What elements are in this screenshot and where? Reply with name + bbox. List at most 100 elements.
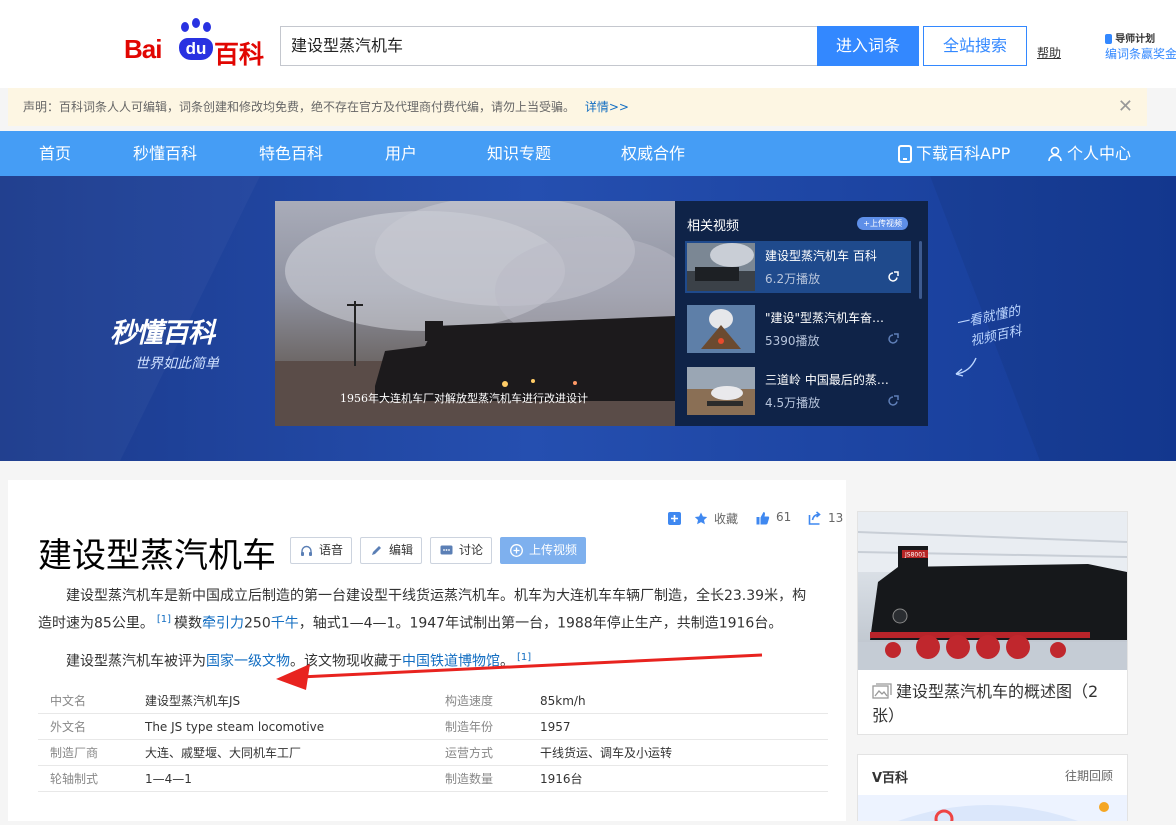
summary-picture-card[interactable]: JS8001 建设型蒸汽机车的概述图（2张） — [857, 511, 1128, 735]
summary-text: 建设型蒸汽机车被评为 — [66, 653, 206, 670]
info-value: 大连、戚墅堰、大同机车工厂 — [145, 746, 302, 760]
phone-icon — [898, 144, 912, 163]
related-videos-panel: 相关视频 +上传视频 建设型蒸汽机车 百科 6.2万播放 "建设"型蒸汽机车奋…… — [675, 201, 928, 426]
railway-museum-link[interactable]: 中国铁道博物馆 — [402, 654, 500, 670]
related-videos-title: 相关视频 — [687, 219, 740, 234]
site-search-button[interactable]: 全站搜索 — [923, 26, 1027, 66]
info-key: 构造速度 — [445, 694, 494, 708]
related-video-item[interactable]: 三道岭 中国最后的蒸… 4.5万播放 — [685, 365, 911, 417]
picture-caption-text: 建设型蒸汽机车的概述图（2张） — [872, 682, 1099, 725]
mentor-reward-link[interactable]: 编词条赢奖金 — [1105, 45, 1176, 62]
edit-label: 编辑 — [389, 543, 414, 557]
info-value: The JS type steam locomotive — [145, 720, 325, 734]
video-play-count: 5390播放 — [765, 334, 820, 348]
summary-text: 250 — [244, 615, 271, 632]
download-app-link[interactable]: 下载百科APP — [898, 131, 1010, 176]
locomotive-illustration: JS8001 — [858, 512, 1127, 670]
v-baike-preview[interactable] — [858, 795, 1127, 825]
kilonewton-link[interactable]: 千牛 — [271, 616, 299, 632]
v-baike-card: V百科 往期回顾 — [857, 754, 1128, 825]
info-value: 1916台 — [540, 772, 583, 786]
video-title: 三道岭 中国最后的蒸… — [765, 373, 889, 387]
upload-video-badge[interactable]: +上传视频 — [857, 217, 908, 230]
info-value: 85km/h — [540, 694, 586, 708]
image-gallery-icon — [872, 683, 892, 699]
summary-text: 模数 — [174, 615, 202, 632]
info-key: 中文名 — [50, 694, 87, 708]
related-video-item[interactable]: 建设型蒸汽机车 百科 6.2万播放 — [685, 241, 911, 293]
traction-link[interactable]: 牵引力 — [202, 616, 244, 632]
share-count: 13 — [828, 511, 844, 525]
locomotive-number-plate: JS8001 — [904, 552, 926, 559]
nav-item-topics[interactable]: 知识专题 — [487, 131, 551, 176]
info-row: 轮轴制式 1—4—1 制造数量 1916台 — [38, 766, 828, 792]
discuss-label: 讨论 — [459, 543, 484, 557]
plus-circle-icon — [510, 544, 523, 557]
chat-icon — [440, 545, 453, 555]
related-video-item[interactable]: "建设"型蒸汽机车奋… 5390播放 — [685, 303, 911, 355]
logo-baike-text: 百科 — [214, 40, 265, 69]
nav-item-home[interactable]: 首页 — [39, 131, 71, 176]
upload-video-button[interactable]: 上传视频 — [500, 537, 587, 564]
personal-center-label: 个人中心 — [1067, 144, 1132, 163]
personal-center-link[interactable]: 个人中心 — [1047, 131, 1131, 176]
thumbs-up-icon[interactable] — [756, 511, 770, 525]
enter-entry-button[interactable]: 进入词条 — [817, 26, 919, 66]
share-icon[interactable] — [887, 395, 899, 407]
nav-item-cooperation[interactable]: 权威合作 — [621, 131, 685, 176]
summary-text: ，轴式1—4—1。1947年试制出第一台，1988年停止生产，共制造1916台。 — [298, 615, 783, 632]
search-input[interactable]: 建设型蒸汽机车 — [280, 26, 817, 66]
share-icon[interactable] — [887, 333, 899, 345]
edit-button[interactable]: 编辑 — [360, 537, 423, 564]
video-thumbnail — [687, 243, 755, 291]
reference-link[interactable]: [1] — [157, 614, 171, 625]
info-value: 1—4—1 — [145, 772, 192, 786]
scrollbar[interactable] — [919, 241, 922, 299]
close-icon[interactable]: ✕ — [1118, 88, 1133, 126]
share-icon[interactable] — [808, 511, 822, 525]
nav-item-users[interactable]: 用户 — [385, 131, 417, 176]
locomotive-photo[interactable]: JS8001 — [858, 512, 1127, 670]
v-baike-title: V百科 — [872, 771, 909, 786]
nav-item-featured[interactable]: 特色百科 — [259, 131, 323, 176]
notice-details-link[interactable]: 详情>> — [585, 100, 629, 114]
info-row: 外文名 The JS type steam locomotive 制造年份 19… — [38, 714, 828, 740]
star-icon[interactable] — [694, 512, 708, 525]
share-icon[interactable] — [887, 271, 899, 283]
past-review-link[interactable]: 往期回顾 — [1065, 767, 1113, 784]
picture-caption[interactable]: 建设型蒸汽机车的概述图（2张） — [872, 680, 1117, 728]
reference-link[interactable]: [1] — [517, 652, 531, 663]
video-player[interactable]: 1956年大连机车厂对解放型蒸汽机车进行改进设计 — [275, 201, 675, 426]
info-value: 建设型蒸汽机车JS — [145, 694, 241, 708]
summary-text: 。该文物现收藏于 — [290, 653, 402, 670]
video-title: 建设型蒸汽机车 百科 — [765, 249, 877, 263]
like-count: 61 — [776, 510, 792, 524]
help-link[interactable]: 帮助 — [1037, 44, 1061, 61]
summary-text: 。 — [500, 653, 514, 670]
video-play-count: 6.2万播放 — [765, 272, 821, 286]
discuss-button[interactable]: 讨论 — [430, 537, 493, 564]
curved-arrow-icon — [955, 357, 977, 377]
add-icon[interactable] — [668, 512, 681, 525]
info-row: 中文名 建设型蒸汽机车JS 构造速度 85km/h — [38, 688, 828, 714]
header: Bai du 百科 建设型蒸汽机车 进入词条 全站搜索 帮助 导师计划 编词条赢… — [0, 0, 1176, 88]
nav-item-miaodong[interactable]: 秒懂百科 — [133, 131, 197, 176]
mentor-icon — [1105, 34, 1112, 44]
info-key: 制造年份 — [445, 720, 494, 734]
video-play-count: 4.5万播放 — [765, 396, 821, 410]
voice-label: 语音 — [319, 543, 344, 557]
video-thumbnail — [687, 305, 755, 353]
baidu-baike-logo[interactable]: Bai du 百科 — [124, 18, 264, 69]
main-nav: 首页 秒懂百科 特色百科 用户 知识专题 权威合作 下载百科APP 个人中心 — [0, 131, 1176, 176]
video-title: "建设"型蒸汽机车奋… — [765, 311, 885, 325]
national-relic-link[interactable]: 国家一级文物 — [206, 654, 290, 670]
favorite-button[interactable]: 收藏 — [714, 510, 738, 527]
notice-text: 声明：百科词条人人可编辑，词条创建和修改均免费，绝不存在官方及代理商付费代编，请… — [23, 100, 576, 114]
banner-slogan: 世界如此简单 — [135, 356, 219, 372]
voice-button[interactable]: 语音 — [290, 537, 353, 564]
info-row: 制造厂商 大连、戚墅堰、大同机车工厂 运营方式 干线货运、调车及小运转 — [38, 740, 828, 766]
info-value: 1957 — [540, 720, 571, 734]
mentor-title: 导师计划 — [1115, 34, 1156, 45]
mentor-plan[interactable]: 导师计划 — [1105, 30, 1155, 45]
download-app-label: 下载百科APP — [916, 144, 1011, 163]
